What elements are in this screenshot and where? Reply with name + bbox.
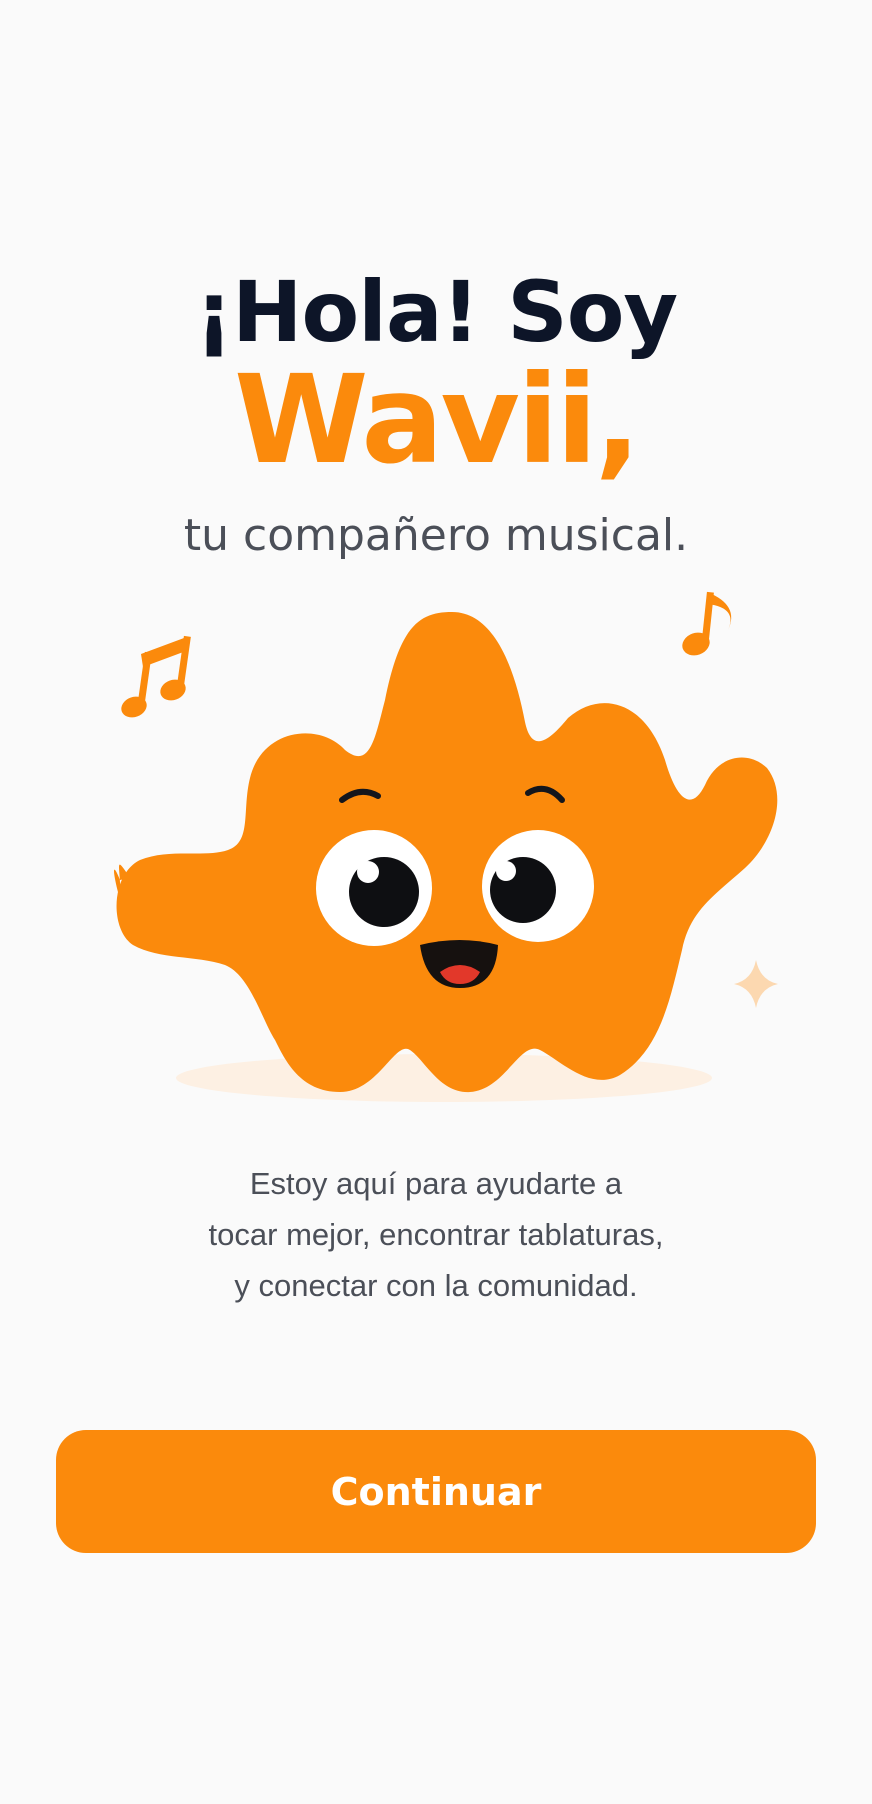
mascot-blob bbox=[116, 612, 778, 1093]
brand-name: Wavii, bbox=[233, 349, 641, 491]
right-eye-highlight bbox=[496, 861, 516, 881]
description-line: Estoy aquí para ayudarte a bbox=[249, 1166, 623, 1201]
description-line: tocar mejor, encontrar tablaturas, bbox=[208, 1217, 664, 1252]
continue-button[interactable]: Continuar bbox=[56, 1430, 816, 1553]
description-line: y conectar con la comunidad. bbox=[234, 1268, 638, 1303]
welcome-screen: ¡Hola! Soy Wavii, tu compañero musical. bbox=[0, 0, 872, 1804]
sparkle-icon bbox=[734, 960, 778, 1008]
music-note-icon bbox=[121, 635, 191, 718]
left-eye-highlight bbox=[357, 861, 379, 883]
mascot-illustration bbox=[114, 591, 778, 1102]
music-note-icon bbox=[682, 591, 732, 656]
description-text: Estoy aquí para ayudarte a tocar mejor, … bbox=[120, 1158, 752, 1311]
tagline: tu compañero musical. bbox=[183, 510, 689, 561]
greeting-title: ¡Hola! Soy bbox=[194, 263, 678, 361]
